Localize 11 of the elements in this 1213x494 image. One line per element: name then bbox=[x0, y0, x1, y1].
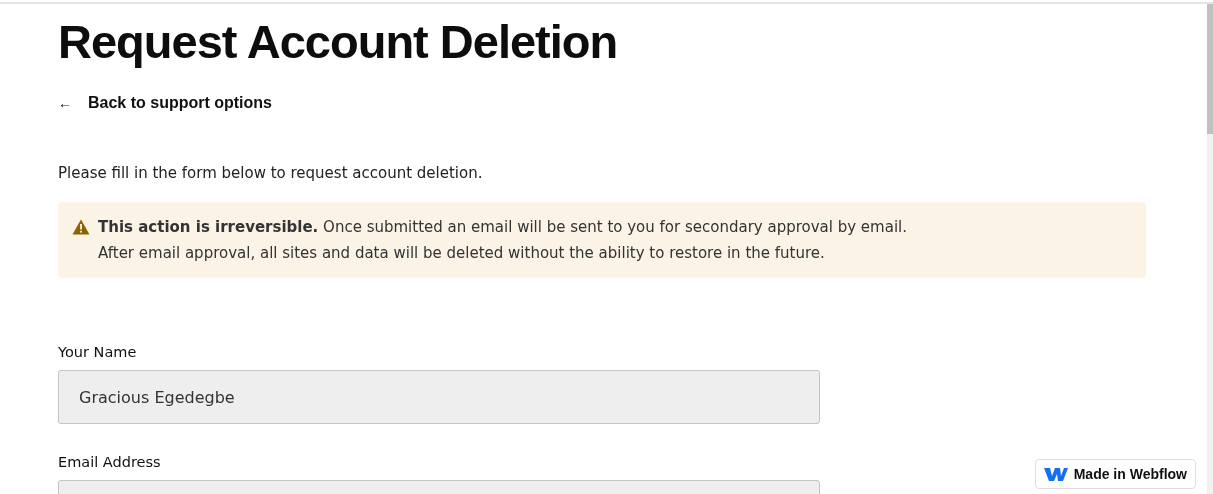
warning-icon bbox=[72, 219, 90, 235]
intro-text: Please fill in the form below to request account deletion. bbox=[58, 164, 484, 182]
field-label: Email Address bbox=[58, 454, 161, 470]
page-title: Request Account Deletion bbox=[58, 14, 619, 70]
webflow-badge[interactable]: Made in Webflow bbox=[1034, 459, 1196, 489]
back-link[interactable]: ← Back to support options bbox=[58, 94, 272, 112]
field-label: Your Name bbox=[58, 344, 137, 360]
logo-icon bbox=[1043, 466, 1068, 482]
scrollbar[interactable] bbox=[1207, 4, 1213, 494]
warning-text: This action is irreversible. Once submitted an email will be sent to you for secondary approval by email. After email approval, all sites and data will be deleted without the ability to restore in the future. bbox=[98, 217, 907, 264]
input-field[interactable]: Gracious Egedegbe bbox=[58, 370, 820, 424]
